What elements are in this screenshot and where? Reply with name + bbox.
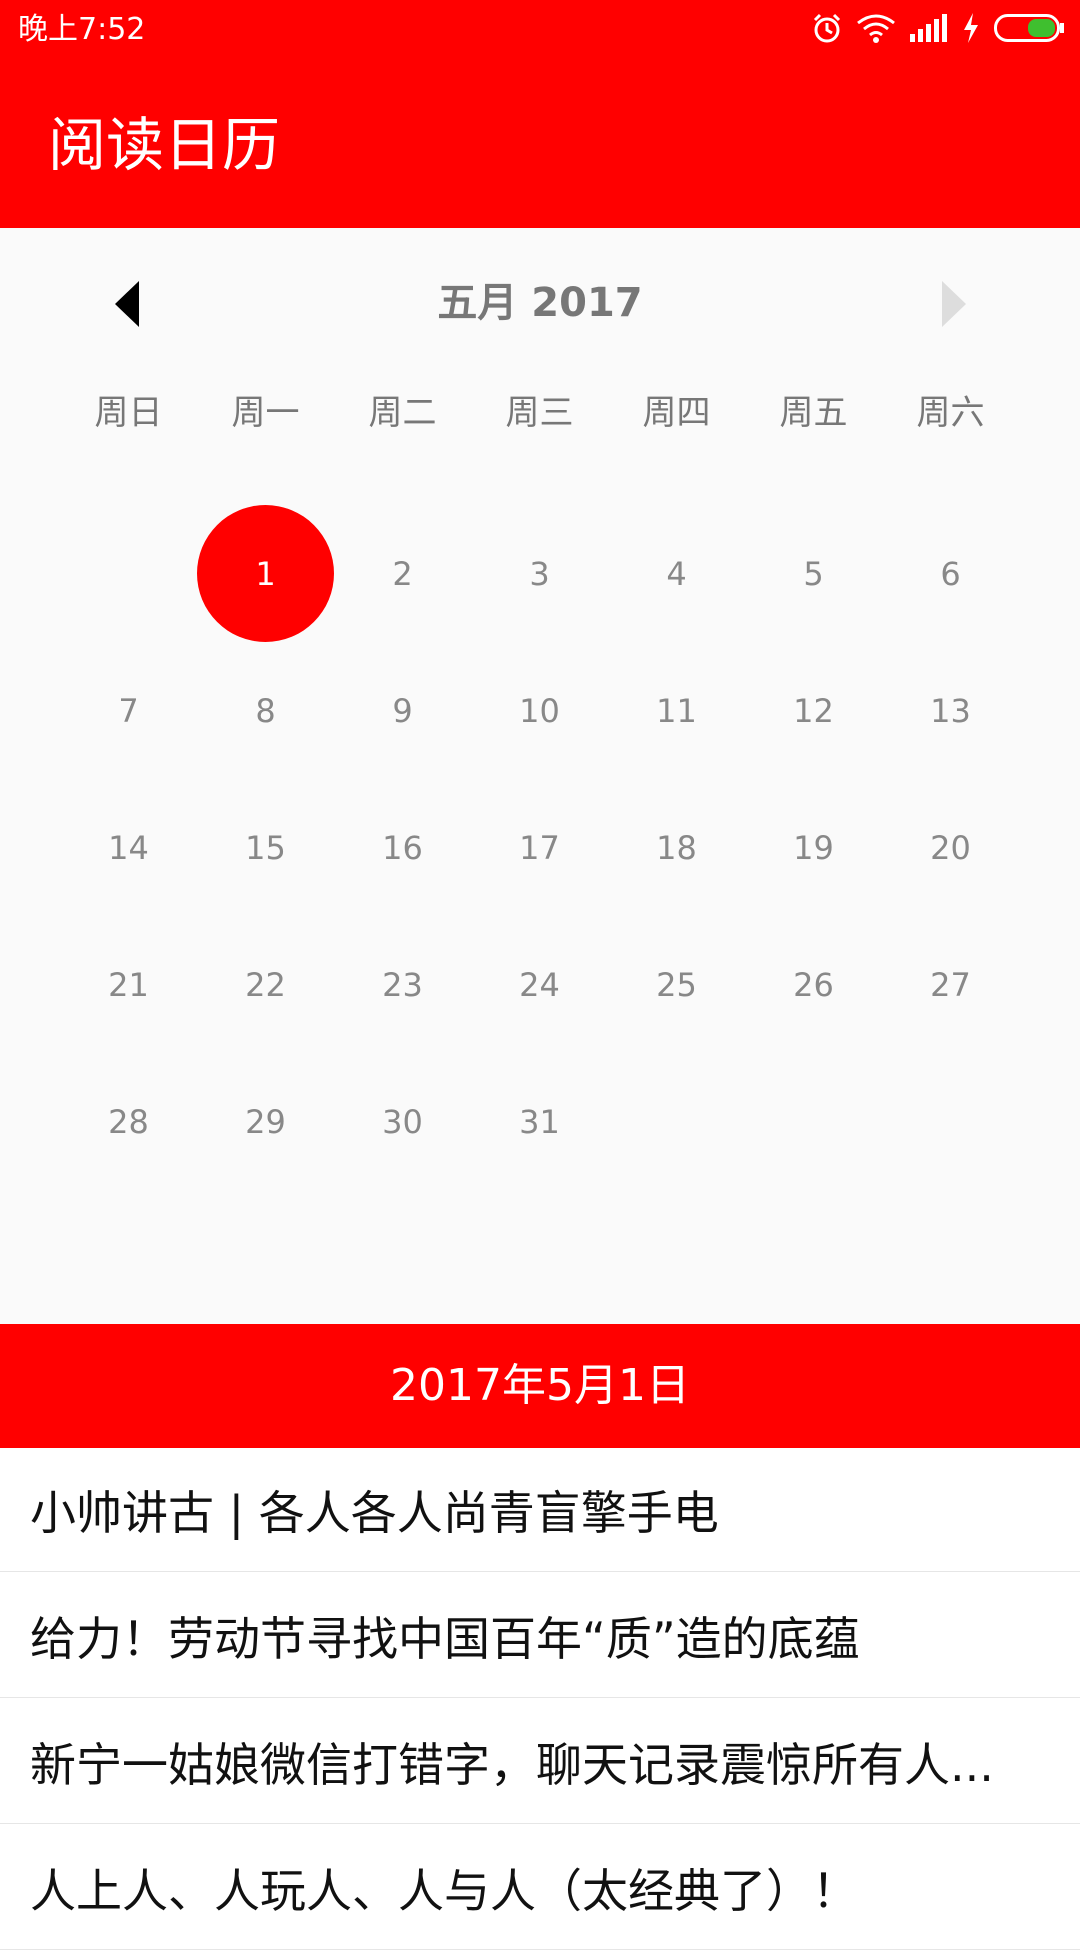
calendar-day-label: 10 [519,691,560,730]
calendar-day[interactable]: 16 [334,779,471,916]
chevron-right-icon [940,281,966,331]
calendar-day-label: 11 [656,691,697,730]
weekday-header: 周日 周一 周二 周三 周四 周五 周六 [60,378,1020,448]
calendar-day[interactable]: 14 [60,779,197,916]
calendar-day-label: 19 [793,828,834,867]
calendar-day-label: 30 [382,1102,423,1141]
article-item[interactable]: 给力！劳动节寻找中国百年“质”造的底蕴 [0,1574,1080,1698]
calendar-day-label: 20 [930,828,971,867]
calendar-day[interactable]: 31 [471,1053,608,1190]
status-time: 晚上7:52 [18,12,146,47]
weekday-label: 周三 [505,393,574,433]
calendar-day[interactable]: 19 [745,779,882,916]
article-title: 新宁一姑娘微信打错字，聊天记录震惊所有人... [30,1737,994,1792]
calendar-day[interactable]: 25 [608,916,745,1053]
article-item[interactable]: 新宁一姑娘微信打错字，聊天记录震惊所有人... [0,1700,1080,1824]
calendar-day-label: 12 [793,691,834,730]
status-bar: 晚上7:52 [0,0,1080,60]
weekday-label: 周一 [231,393,300,433]
calendar-day-label: 21 [108,965,149,1004]
chevron-left-icon [115,281,141,331]
calendar-day-label: 5 [803,554,824,593]
calendar-day-label: 31 [519,1102,560,1141]
calendar-day[interactable]: 20 [882,779,1019,916]
calendar-day-label: 22 [245,965,286,1004]
charging-icon [962,13,980,47]
calendar-day-empty [60,505,197,642]
calendar-day[interactable]: 13 [882,642,1019,779]
calendar-day[interactable]: 21 [60,916,197,1053]
calendar-day[interactable]: 26 [745,916,882,1053]
days-grid: 1 2 3 4 5 6 7 8 9 10 11 12 13 14 15 16 17 18 19 20 21 22 23 24 2… [60,505,1020,1190]
calendar-day-label: 29 [245,1102,286,1141]
calendar-day-label: 8 [255,691,276,730]
calendar-day[interactable]: 12 [745,642,882,779]
calendar-day[interactable]: 22 [197,916,334,1053]
calendar-day-label: 24 [519,965,560,1004]
alarm-icon [812,12,842,48]
calendar-day-label: 15 [245,828,286,867]
calendar-day-label: 2 [392,554,413,593]
calendar-day-label: 26 [793,965,834,1004]
article-list: 小帅讲古 | 各人各人尚青盲擎手电 给力！劳动节寻找中国百年“质”造的底蕴 新宁… [0,1448,1080,1952]
calendar-day-label: 1 [197,505,334,642]
calendar-day[interactable]: 5 [745,505,882,642]
weekday-label: 周日 [94,393,163,433]
calendar-day[interactable]: 29 [197,1053,334,1190]
calendar-day-label: 25 [656,965,697,1004]
signal-icon [910,14,948,46]
next-month-button[interactable] [918,271,988,341]
calendar-day[interactable]: 1 [197,505,334,642]
calendar-day-label: 14 [108,828,149,867]
status-icons [812,12,1064,48]
calendar-day-label: 28 [108,1102,149,1141]
calendar-day-label: 13 [930,691,971,730]
calendar-day[interactable]: 24 [471,916,608,1053]
calendar-day[interactable]: 17 [471,779,608,916]
calendar-day[interactable]: 7 [60,642,197,779]
calendar-day[interactable]: 9 [334,642,471,779]
app-bar: 阅读日历 [0,60,1080,228]
article-title: 给力！劳动节寻找中国百年“质”造的底蕴 [30,1611,860,1666]
calendar-day-label: 9 [392,691,413,730]
previous-month-button[interactable] [93,271,163,341]
calendar-day[interactable]: 10 [471,642,608,779]
calendar-day[interactable]: 18 [608,779,745,916]
month-title: 五月 2017 [437,280,643,326]
calendar-day-label: 23 [382,965,423,1004]
calendar-day-label: 16 [382,828,423,867]
calendar: 五月 2017 周日 周一 周二 周三 周四 周五 周六 1 2 3 4 5 6 7 8 9 10… [0,228,1080,1324]
calendar-day[interactable]: 4 [608,505,745,642]
calendar-day-label: 27 [930,965,971,1004]
article-item[interactable]: 人上人、人玩人、人与人（太经典了）！ [0,1826,1080,1950]
calendar-day[interactable]: 30 [334,1053,471,1190]
calendar-day[interactable]: 8 [197,642,334,779]
calendar-day-label: 17 [519,828,560,867]
app-title: 阅读日历 [48,111,281,179]
battery-icon [994,14,1064,46]
calendar-day[interactable]: 2 [334,505,471,642]
calendar-day[interactable]: 6 [882,505,1019,642]
calendar-day-label: 18 [656,828,697,867]
calendar-day-label: 4 [666,554,687,593]
calendar-day[interactable]: 3 [471,505,608,642]
calendar-day-label: 6 [940,554,961,593]
calendar-day-label: 3 [529,554,550,593]
calendar-day[interactable]: 28 [60,1053,197,1190]
weekday-label: 周二 [368,393,437,433]
article-title: 人上人、人玩人、人与人（太经典了）！ [30,1863,858,1918]
calendar-day-label [60,505,197,642]
weekday-label: 周五 [779,393,848,433]
calendar-day[interactable]: 27 [882,916,1019,1053]
article-title: 小帅讲古 | 各人各人尚青盲擎手电 [30,1485,719,1540]
calendar-day[interactable]: 15 [197,779,334,916]
weekday-label: 周四 [642,393,711,433]
calendar-day[interactable]: 11 [608,642,745,779]
article-item[interactable]: 小帅讲古 | 各人各人尚青盲擎手电 [0,1448,1080,1572]
wifi-icon [856,13,896,47]
calendar-day[interactable]: 23 [334,916,471,1053]
selected-date-header: 2017年5月1日 [0,1324,1080,1448]
weekday-label: 周六 [916,393,985,433]
calendar-day-label: 7 [118,691,139,730]
